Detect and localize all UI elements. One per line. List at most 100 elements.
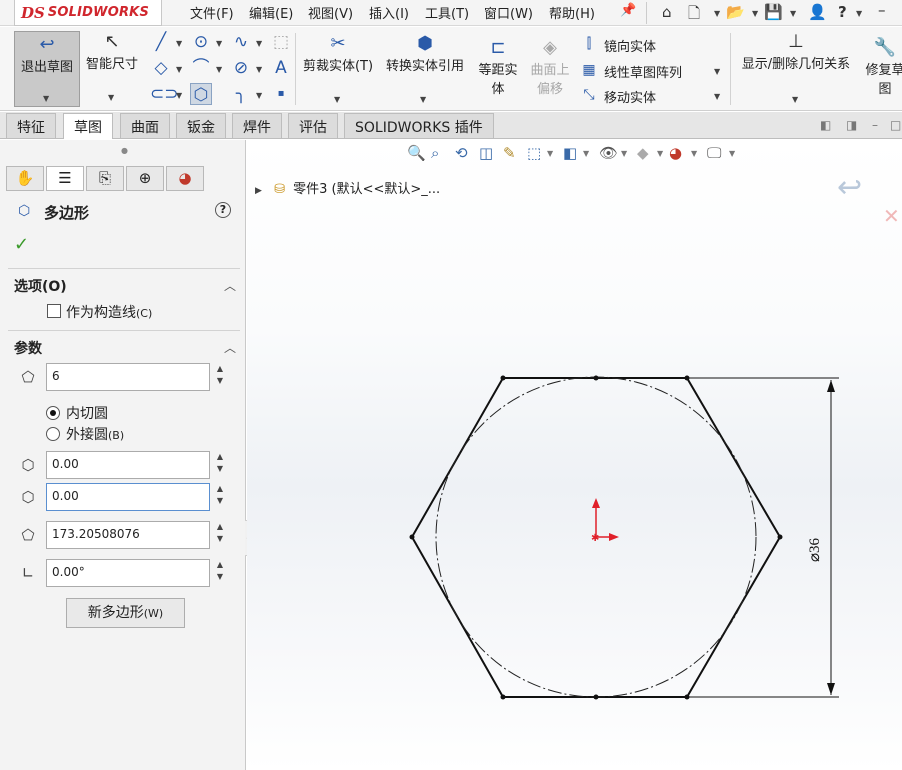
help-icon[interactable]: ? (215, 202, 231, 218)
diameter-input[interactable]: 173.20508076 (46, 521, 210, 549)
solidworks-logo[interactable]: DS SOLIDWORKS (14, 0, 162, 26)
text-icon[interactable]: A (270, 57, 292, 79)
circle-icon[interactable]: ⊙ (190, 31, 212, 53)
smart-dimension-dropdown-icon[interactable]: ▼ (108, 93, 114, 102)
help-dropdown-icon[interactable]: ▼ (856, 9, 862, 18)
fillet-icon[interactable]: ╮ (230, 83, 252, 105)
user-icon[interactable]: 👤 (808, 3, 827, 21)
angle-spinner[interactable]: ▲ ▼ (212, 559, 228, 587)
ellipse-dropdown-icon[interactable]: ▼ (256, 65, 262, 74)
parameters-section-title[interactable]: 参数 (14, 338, 42, 358)
minimize-panel-icon[interactable]: – (872, 118, 878, 132)
spline-dropdown-icon[interactable]: ▼ (256, 39, 262, 48)
display-delete-relations-button[interactable]: ⊥ 显示/删除几何关系 (734, 31, 858, 72)
minimize-icon[interactable]: – (878, 1, 886, 19)
exit-sketch-dropdown-icon[interactable]: ▼ (43, 94, 49, 103)
linear-pattern-dropdown-icon[interactable]: ▼ (714, 67, 720, 76)
number-of-sides-input[interactable]: 6 (46, 363, 210, 391)
move-icon[interactable]: ⤡ (578, 84, 600, 106)
linear-pattern-button[interactable]: 线性草图阵列 (604, 62, 682, 81)
center-y-spinner[interactable]: ▲ ▼ (212, 483, 228, 511)
arc-icon[interactable]: ⌒ (190, 57, 212, 79)
open-icon[interactable]: 📂 (726, 3, 745, 21)
menu-help[interactable]: 帮助(H) (549, 3, 595, 22)
rectangle-icon[interactable]: ◇ (150, 57, 172, 79)
property-manager-tab-icon[interactable]: ☰ (46, 166, 84, 191)
slot-icon[interactable]: ⊂⊃ (150, 83, 179, 105)
ok-checkmark-icon[interactable]: ✓ (14, 234, 29, 255)
new-dropdown-icon[interactable]: ▼ (714, 9, 720, 18)
line-dropdown-icon[interactable]: ▼ (176, 39, 182, 48)
dimxpert-tab-icon[interactable]: ⊕ (126, 166, 164, 191)
tab-surfaces[interactable]: 曲面 (120, 113, 170, 138)
mirror-entities-button[interactable]: 镜向实体 (604, 36, 656, 55)
diameter-dimension[interactable]: ⌀36 (687, 377, 839, 698)
tab-sketch[interactable]: 草图 (63, 113, 113, 139)
menu-file[interactable]: 文件(F) (190, 3, 234, 22)
tab-sheet-metal[interactable]: 钣金 (176, 113, 226, 138)
sketch-canvas[interactable]: ⌀36 ✱ (247, 140, 902, 770)
trim-entities-button[interactable]: ✂ 剪裁实体(T) (300, 33, 376, 74)
menu-edit[interactable]: 编辑(E) (249, 3, 293, 22)
center-x-spinner[interactable]: ▲ ▼ (212, 451, 228, 479)
tab-features[interactable]: 特征 (6, 113, 56, 138)
circumscribed-radio[interactable] (46, 427, 60, 441)
menu-insert[interactable]: 插入(I) (369, 3, 409, 22)
circumscribed-label[interactable]: 外接圆(B) (66, 424, 124, 444)
display-manager-tab-icon[interactable]: ◕ (166, 166, 204, 191)
save-icon[interactable]: 💾 (764, 3, 783, 21)
repair-sketch-button[interactable]: 🔧 修复草 图 (862, 37, 902, 97)
rectangle-dropdown-icon[interactable]: ▼ (176, 65, 182, 74)
collapse-options-icon[interactable]: ︿ (224, 277, 236, 294)
tab-weldments[interactable]: 焊件 (232, 113, 282, 138)
arc-dropdown-icon[interactable]: ▼ (216, 65, 222, 74)
construction-checkbox[interactable] (47, 304, 61, 318)
open-dropdown-icon[interactable]: ▼ (752, 9, 758, 18)
polygon-icon[interactable]: ⬡ (190, 83, 212, 105)
mirror-icon[interactable]: ⫿ (578, 33, 600, 55)
panel-grip-icon[interactable]: ● (121, 146, 128, 155)
feature-manager-tab-icon[interactable]: ✋ (6, 166, 44, 191)
menu-view[interactable]: 视图(V) (308, 3, 353, 22)
line-icon[interactable]: ╱ (150, 31, 172, 53)
angle-input[interactable]: 0.00° (46, 559, 210, 587)
inscribed-label[interactable]: 内切圆 (66, 403, 108, 423)
collapse-parameters-icon[interactable]: ︿ (224, 339, 236, 356)
configuration-manager-tab-icon[interactable]: ⎘ (86, 166, 124, 191)
tab-evaluate[interactable]: 评估 (288, 113, 338, 138)
construction-label[interactable]: 作为构造线(C) (66, 302, 152, 322)
inscribed-radio[interactable] (46, 406, 60, 420)
new-document-icon[interactable]: 🗋 (688, 3, 700, 28)
new-polygon-button[interactable]: 新多边形(W) (66, 598, 185, 628)
maximize-panel-icon[interactable]: □ (890, 118, 901, 132)
trim-dropdown-icon[interactable]: ▼ (334, 95, 340, 104)
move-dropdown-icon[interactable]: ▼ (714, 92, 720, 101)
offset-entities-button[interactable]: ⊏ 等距实 体 (474, 37, 522, 97)
ellipse-icon[interactable]: ⊘ (230, 57, 252, 79)
fillet-dropdown-icon[interactable]: ▼ (256, 91, 262, 100)
slot-dropdown-icon[interactable]: ▼ (176, 91, 182, 100)
tab-solidworks-addins[interactable]: SOLIDWORKS 插件 (344, 113, 494, 138)
diameter-spinner[interactable]: ▲ ▼ (212, 521, 228, 549)
menu-window[interactable]: 窗口(W) (484, 3, 533, 22)
home-icon[interactable]: ⌂ (662, 3, 672, 21)
graphics-area[interactable]: 🔍 ⌕ ⟲ ◫ ✎ ⬚ ▼ ◧ ▼ 👁 ▼ ◆ ▼ ◕ ▼ 🖵 ▼ ▶ ⛁ 零件… (247, 140, 902, 770)
center-y-input[interactable]: 0.00 (46, 483, 210, 511)
linear-pattern-icon[interactable]: ▦ (578, 59, 600, 81)
point-icon[interactable]: ▪ (270, 83, 292, 105)
exit-sketch-button[interactable]: ↩ 退出草图 ▼ (14, 31, 80, 107)
smart-dimension-button[interactable]: ↖ 智能尺寸 ▼ (84, 31, 140, 107)
convert-entities-button[interactable]: ⬢ 转换实体引用 (380, 33, 470, 74)
spline-icon[interactable]: ∿ (230, 31, 252, 53)
save-dropdown-icon[interactable]: ▼ (790, 9, 796, 18)
menu-tools[interactable]: 工具(T) (425, 3, 469, 22)
convert-dropdown-icon[interactable]: ▼ (420, 95, 426, 104)
pin-icon[interactable]: 📌 (620, 3, 636, 18)
tile-panel-icon[interactable]: ◨ (846, 118, 857, 132)
circle-dropdown-icon[interactable]: ▼ (216, 39, 222, 48)
center-x-input[interactable]: 0.00 (46, 451, 210, 479)
options-section-title[interactable]: 选项(O) (14, 276, 67, 296)
sides-spinner[interactable]: ▲ ▼ (212, 363, 228, 391)
move-entities-button[interactable]: 移动实体 (604, 87, 656, 106)
restore-panel-icon[interactable]: ◧ (820, 118, 831, 132)
